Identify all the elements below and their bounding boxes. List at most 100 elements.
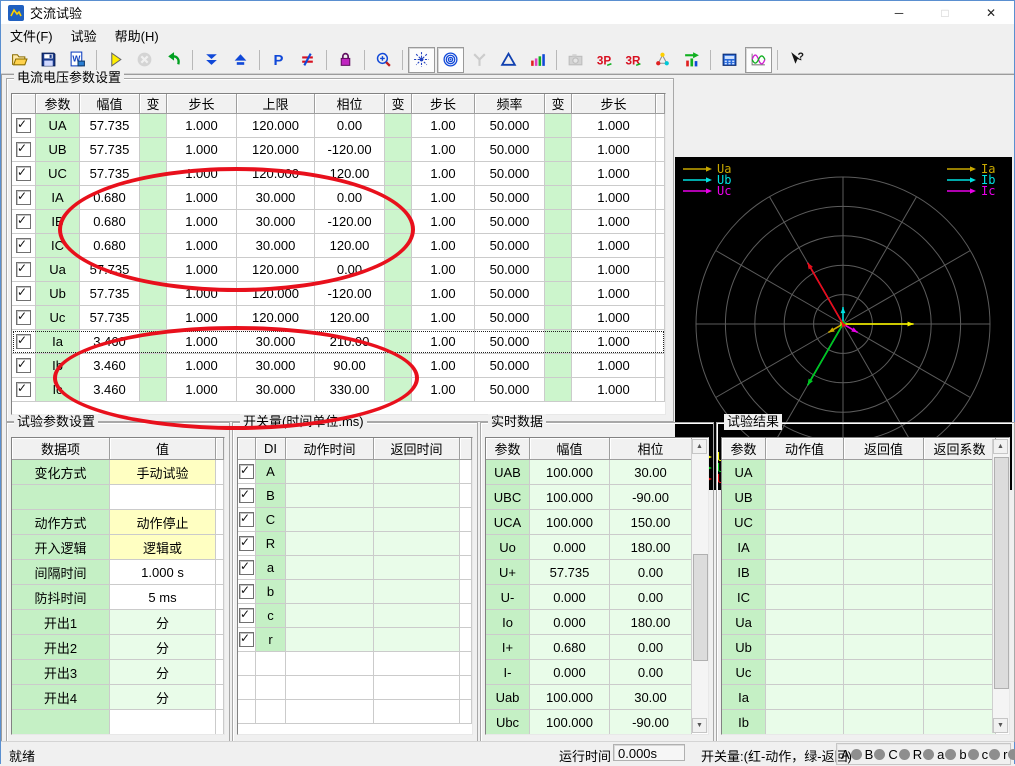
value-cell[interactable]: 1.000 [167, 282, 237, 306]
value-cell[interactable]: 1.000 [167, 162, 237, 186]
value-cell[interactable] [656, 234, 665, 258]
value-cell[interactable]: 0.00 [315, 258, 385, 282]
close-button[interactable]: ✕ [968, 1, 1014, 24]
value-cell[interactable]: 120.000 [237, 282, 315, 306]
scroll-down-icon[interactable]: ▼ [993, 718, 1008, 733]
checkbox-cell[interactable] [12, 210, 36, 234]
value-cell[interactable]: 分 [110, 635, 216, 660]
value-cell[interactable]: 30.000 [237, 378, 315, 402]
row-checkbox[interactable] [239, 536, 254, 551]
realtime-scrollbar[interactable]: ▲ ▼ [691, 439, 708, 733]
value-cell[interactable]: 0.00 [315, 186, 385, 210]
value-cell[interactable]: 120.00 [315, 234, 385, 258]
checkbox-cell[interactable] [12, 378, 36, 402]
value-cell[interactable]: 1.000 s [110, 560, 216, 585]
calculator-button[interactable] [716, 47, 743, 73]
value-cell[interactable]: 50.000 [475, 210, 545, 234]
value-cell[interactable]: 1.000 [572, 162, 656, 186]
value-cell[interactable] [656, 210, 665, 234]
lock-button[interactable] [332, 47, 359, 73]
value-cell[interactable]: 3.460 [80, 378, 140, 402]
checkbox-cell[interactable] [12, 330, 36, 354]
scroll-up-icon[interactable]: ▲ [692, 439, 707, 454]
value-cell[interactable]: 1.000 [167, 138, 237, 162]
value-cell[interactable]: -120.00 [315, 282, 385, 306]
value-cell[interactable]: 1.000 [167, 234, 237, 258]
value-cell[interactable]: 50.000 [475, 354, 545, 378]
value-cell[interactable]: 57.735 [80, 282, 140, 306]
value-cell[interactable]: 120.000 [237, 306, 315, 330]
row-checkbox[interactable] [239, 560, 254, 575]
row-checkbox[interactable] [239, 512, 254, 527]
checkbox-cell[interactable] [12, 114, 36, 138]
value-cell[interactable]: 50.000 [475, 234, 545, 258]
value-cell[interactable]: 0.00 [315, 114, 385, 138]
scroll-up-icon[interactable]: ▲ [993, 439, 1008, 454]
checkbox-cell[interactable] [238, 532, 256, 556]
value-cell[interactable]: 1.000 [167, 114, 237, 138]
value-cell[interactable]: 1.000 [167, 210, 237, 234]
value-cell[interactable]: 1.000 [572, 258, 656, 282]
value-cell[interactable]: 120.000 [237, 138, 315, 162]
help-button[interactable]: ? [783, 47, 810, 73]
row-checkbox[interactable] [16, 310, 31, 325]
checkbox-cell[interactable] [238, 628, 256, 652]
undo-button[interactable] [160, 47, 187, 73]
row-checkbox[interactable] [239, 608, 254, 623]
scrollbar-thumb[interactable] [693, 554, 708, 661]
row-checkbox[interactable] [16, 118, 31, 133]
checkbox-cell[interactable] [238, 604, 256, 628]
row-checkbox[interactable] [239, 488, 254, 503]
value-cell[interactable] [656, 162, 665, 186]
value-cell[interactable]: 1.00 [412, 354, 475, 378]
value-cell[interactable]: 50.000 [475, 162, 545, 186]
value-cell[interactable]: 30.000 [237, 330, 315, 354]
zoom-button[interactable] [370, 47, 397, 73]
value-cell[interactable]: 210.00 [315, 330, 385, 354]
rings-button[interactable] [437, 47, 464, 73]
letter-p-button[interactable]: P [265, 47, 292, 73]
checkbox-cell[interactable] [238, 580, 256, 604]
row-checkbox[interactable] [239, 632, 254, 647]
value-cell[interactable]: 30.000 [237, 234, 315, 258]
value-cell[interactable]: 1.000 [572, 210, 656, 234]
value-cell[interactable]: 动作停止 [110, 510, 216, 535]
value-cell[interactable]: 1.000 [572, 138, 656, 162]
value-cell[interactable]: 分 [110, 660, 216, 685]
value-cell[interactable]: 50.000 [475, 378, 545, 402]
step-down-button[interactable] [198, 47, 225, 73]
results-scrollbar[interactable]: ▲ ▼ [992, 439, 1009, 733]
value-cell[interactable]: 0.680 [80, 234, 140, 258]
value-cell[interactable]: 分 [110, 685, 216, 710]
value-cell[interactable]: 1.000 [572, 306, 656, 330]
value-cell[interactable]: 5 ms [110, 585, 216, 610]
value-cell[interactable]: 1.00 [412, 162, 475, 186]
value-cell[interactable]: 手动试验 [110, 460, 216, 485]
play-button[interactable] [102, 47, 129, 73]
burst-button[interactable] [408, 47, 435, 73]
three-r-button[interactable]: 3R [620, 47, 647, 73]
checkbox-cell[interactable] [12, 234, 36, 258]
value-cell[interactable]: 50.000 [475, 138, 545, 162]
value-cell[interactable]: 50.000 [475, 306, 545, 330]
value-cell[interactable]: 1.000 [167, 186, 237, 210]
export-word-button[interactable]: W [64, 47, 91, 73]
row-checkbox[interactable] [239, 584, 254, 599]
value-cell[interactable] [656, 138, 665, 162]
minimize-button[interactable]: ─ [876, 1, 922, 24]
value-cell[interactable]: 3.460 [80, 354, 140, 378]
value-cell[interactable]: 逻辑或 [110, 535, 216, 560]
value-cell[interactable]: 1.000 [167, 354, 237, 378]
value-cell[interactable]: 1.000 [167, 258, 237, 282]
checkbox-cell[interactable] [12, 138, 36, 162]
checkbox-cell[interactable] [12, 258, 36, 282]
value-cell[interactable]: 1.00 [412, 210, 475, 234]
value-cell[interactable] [656, 114, 665, 138]
value-cell[interactable]: 1.00 [412, 330, 475, 354]
row-checkbox[interactable] [16, 214, 31, 229]
save-file-button[interactable] [35, 47, 62, 73]
value-cell[interactable]: 0.680 [80, 210, 140, 234]
not-equal-button[interactable] [294, 47, 321, 73]
checkbox-cell[interactable] [12, 186, 36, 210]
value-cell[interactable]: 1.000 [572, 330, 656, 354]
